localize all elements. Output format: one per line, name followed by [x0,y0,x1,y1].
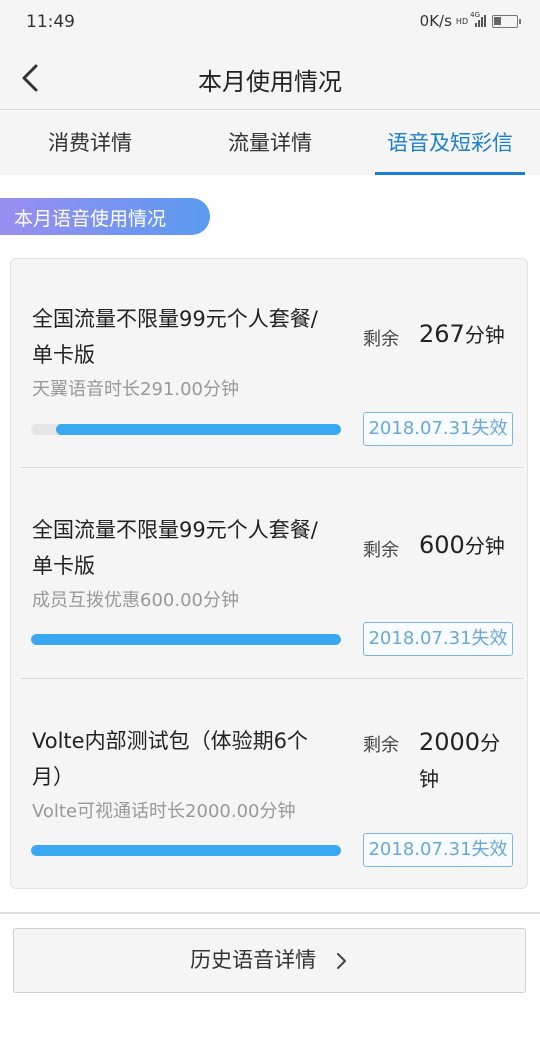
usage-progress [31,845,341,856]
tab-bar: 消费详情 流量详情 语音及短彩信 [0,111,540,175]
expire-badge: 2018.07.31失效 [363,622,513,656]
chevron-right-icon [336,953,346,969]
tab-voice-sms[interactable]: 语音及短彩信 [360,111,540,175]
package-desc: 天翼语音时长291.00分钟 [32,379,239,400]
remain-amount: 267分钟 [419,319,505,348]
remain-amount: 600分钟 [419,530,505,559]
package-desc: 成员互拨优惠600.00分钟 [32,590,239,611]
remain-unit: 分钟 [464,323,505,347]
history-button-label: 历史语音详情 [190,948,317,972]
status-bar: 11:49 0K/s HD 4G [0,0,540,44]
usage-progress [31,634,341,645]
header: 本月使用情况 [0,44,540,110]
status-time: 11:49 [26,12,75,32]
voice-usage-card: 全国流量不限量99元个人套餐/单卡版 天翼语音时长291.00分钟 剩余 267… [10,258,528,889]
package-name: 全国流量不限量99元个人套餐/单卡版 [32,518,318,578]
network-type: 4G [470,11,480,19]
usage-progress [31,424,341,435]
remain-label: 剩余 [363,540,399,561]
hd-indicator: HD [455,16,469,26]
remain-amount: 2000分钟 [419,725,519,798]
remain-label: 剩余 [363,329,399,350]
package-name: Volte内部测试包（体验期6个月） [32,729,308,789]
remain-value: 600 [419,531,465,559]
package-desc: Volte可视通话时长2000.00分钟 [32,801,296,822]
package-name: 全国流量不限量99元个人套餐/单卡版 [32,307,318,367]
remain-value: 267 [419,320,465,348]
expire-badge: 2018.07.31失效 [363,833,513,867]
tab-consumption[interactable]: 消费详情 [0,111,180,175]
divider [21,678,523,679]
divider [21,467,523,468]
expire-badge: 2018.07.31失效 [363,412,513,446]
remain-unit: 分钟 [464,534,505,558]
net-speed: 0K/s [419,12,452,30]
section-title: 本月语音使用情况 [0,198,210,235]
status-indicators: 0K/s HD 4G [419,11,521,30]
progress-fill [31,634,341,645]
remain-value: 2000 [419,728,481,756]
page-title: 本月使用情况 [198,68,342,96]
progress-fill [31,845,341,856]
history-voice-details-button[interactable]: 历史语音详情 [13,928,526,993]
divider [0,912,540,914]
battery-icon [492,14,521,28]
tab-data[interactable]: 流量详情 [180,111,360,175]
remain-label: 剩余 [363,735,399,756]
progress-fill [55,424,341,435]
battery-level [494,16,501,25]
